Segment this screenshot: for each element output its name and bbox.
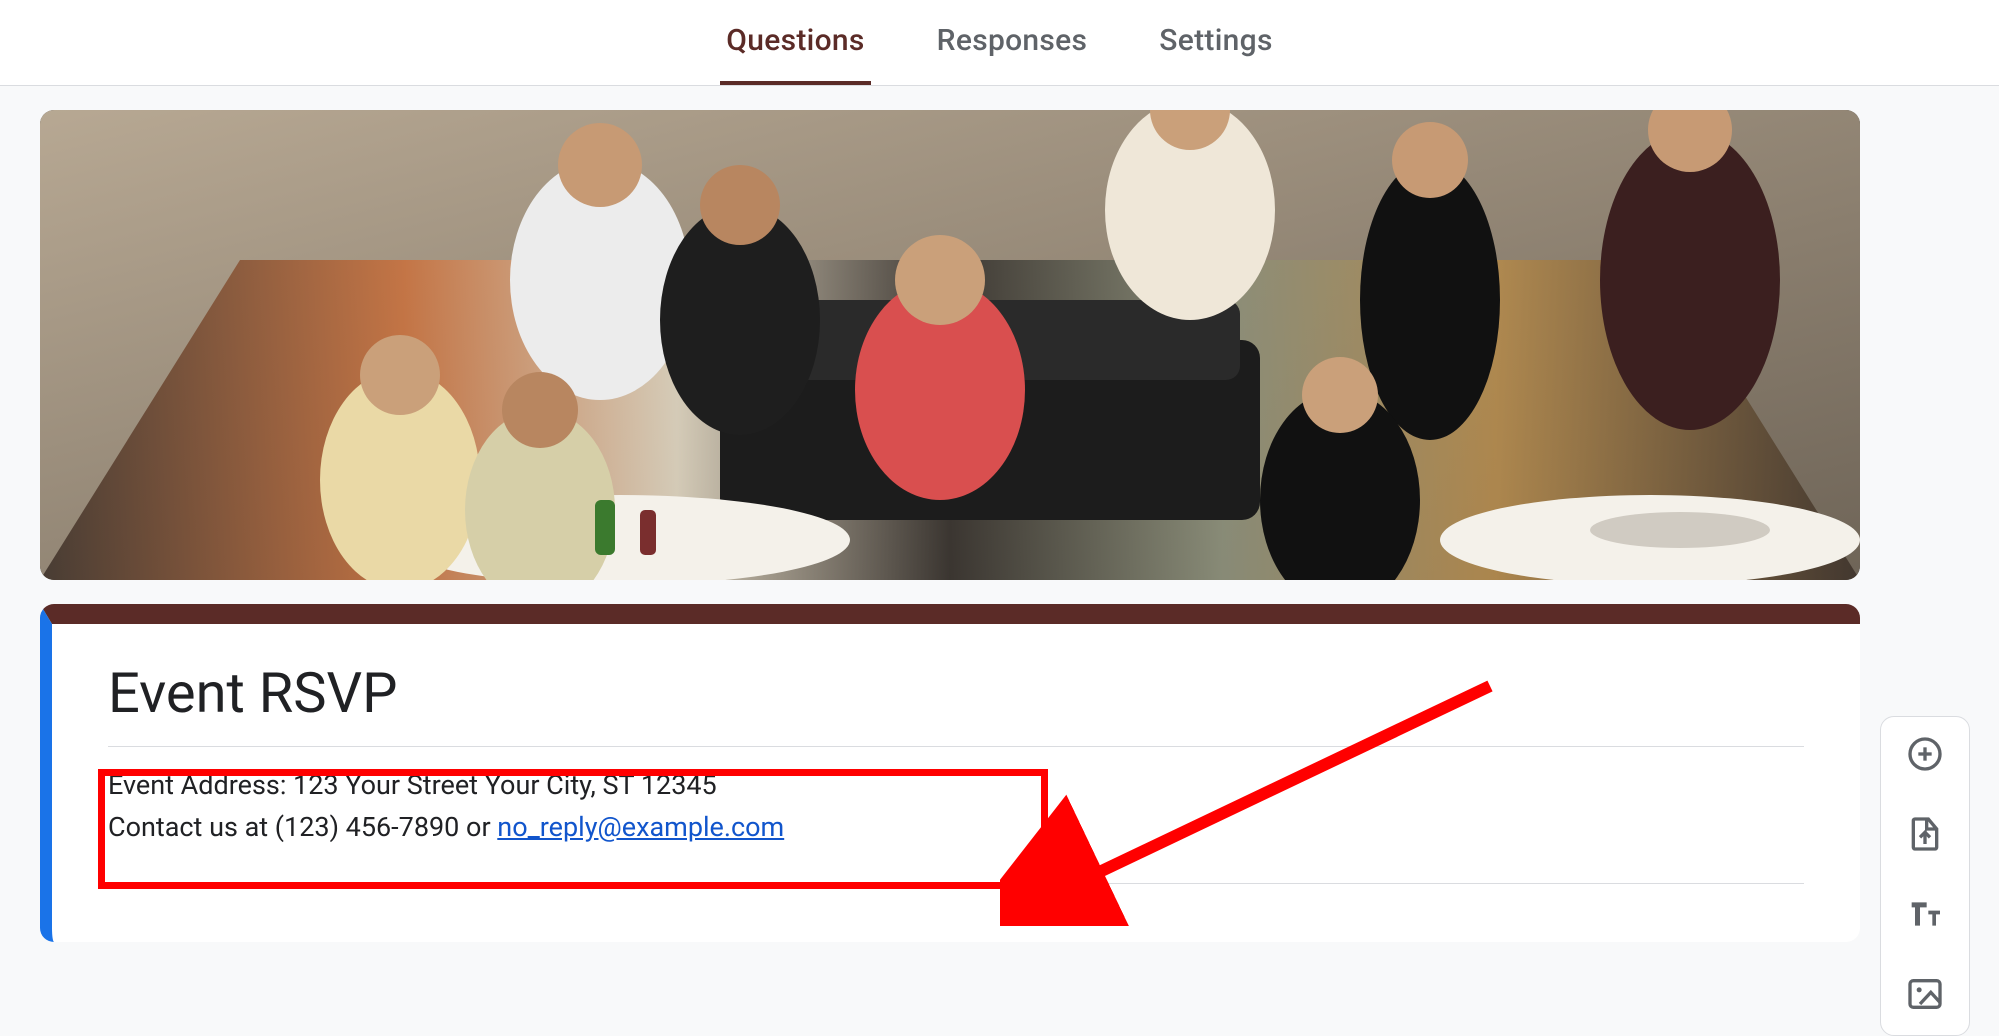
question-toolbar	[1880, 716, 1970, 1036]
form-header-image[interactable]	[40, 110, 1860, 580]
tab-questions[interactable]: Questions	[720, 0, 870, 85]
import-icon	[1905, 814, 1945, 858]
desc-email-link[interactable]: no_reply@example.com	[497, 811, 784, 843]
divider	[108, 746, 1804, 747]
tab-responses[interactable]: Responses	[931, 0, 1094, 85]
desc-line1: Event Address: 123 Your Street Your City…	[108, 769, 717, 801]
tab-settings[interactable]: Settings	[1153, 0, 1278, 85]
workspace: Event RSVP Event Address: 123 Your Stree…	[0, 86, 1999, 942]
header-image-svg	[40, 110, 1860, 580]
image-icon	[1905, 974, 1945, 1018]
import-questions-button[interactable]	[1904, 815, 1946, 857]
add-question-button[interactable]	[1904, 735, 1946, 777]
divider	[108, 883, 1804, 884]
add-title-button[interactable]	[1904, 895, 1946, 937]
add-circle-icon	[1905, 734, 1945, 778]
form-title[interactable]: Event RSVP	[108, 660, 1804, 726]
form-description[interactable]: Event Address: 123 Your Street Your City…	[108, 765, 1804, 849]
tab-bar: Questions Responses Settings	[0, 0, 1999, 86]
add-image-button[interactable]	[1904, 975, 1946, 1017]
desc-line2-prefix: Contact us at (123) 456-7890 or	[108, 811, 497, 843]
form-title-card[interactable]: Event RSVP Event Address: 123 Your Stree…	[40, 604, 1860, 942]
title-icon	[1905, 894, 1945, 938]
